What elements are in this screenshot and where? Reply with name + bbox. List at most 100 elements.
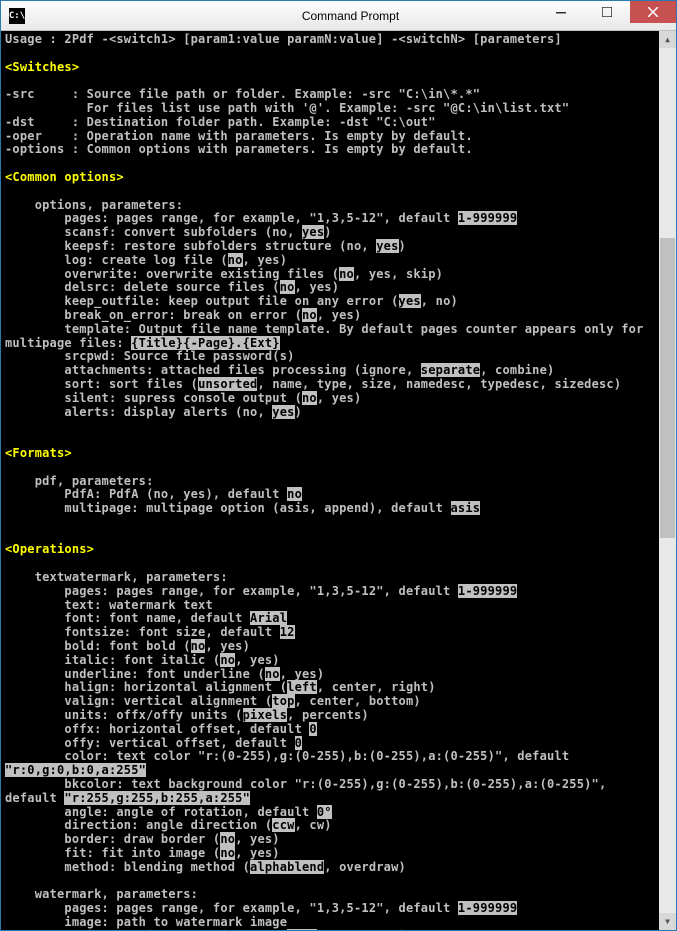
switches-header: <Switches> <box>5 60 79 74</box>
opt-template-def: {Title}{-Page}.{Ext} <box>131 336 280 350</box>
opt-scansf-def: yes <box>302 225 324 239</box>
twm-units-def: pixels <box>243 708 288 722</box>
wm-halign-def: left <box>287 929 317 930</box>
titlebar[interactable]: C:\ Command Prompt <box>1 1 676 31</box>
scrollbar-thumb[interactable] <box>660 238 675 538</box>
twm-underline-def: no <box>265 667 280 681</box>
twm-italic-def: no <box>220 653 235 667</box>
minimize-button[interactable] <box>538 1 584 23</box>
twm-angle: angle: angle of rotation, default <box>5 805 317 819</box>
twm-bkcolor-def: "r:255,g:255,b:255,a:255" <box>64 791 250 805</box>
twm-fontsize-def: 12 <box>280 625 295 639</box>
formats-header: <Formats> <box>5 446 72 460</box>
opt-srcpwd: srcpwd: Source file password(s) <box>5 349 295 363</box>
opt-scansf: scansf: convert subfolders (no, <box>5 225 302 239</box>
twm-color: color: text color "r:(0-255),g:(0-255),b… <box>5 749 577 763</box>
twm-halign-def: left <box>287 680 317 694</box>
twm-fit-def: no <box>220 846 235 860</box>
twm-offx: offx: horizontal offset, default <box>5 722 309 736</box>
cmd-icon: C:\ <box>9 8 25 24</box>
twm-method-def: alphablend <box>250 860 324 874</box>
twm-direction-def: ccw <box>272 818 294 832</box>
twm-halign: halign: horizontal alignment ( <box>5 680 287 694</box>
twm-color-def: "r:0,g:0,b:0,a:255" <box>5 763 146 777</box>
wm-pages-def: 1-999999 <box>458 901 517 915</box>
opt-pages-def: 1-999999 <box>458 211 517 225</box>
switch-dst: -dst : Destination folder path. Example:… <box>5 115 436 129</box>
opt-pages: pages: pages range, for example, "1,3,5-… <box>5 211 458 225</box>
opt-keepsf: keepsf: restore subfolders structure (no… <box>5 239 376 253</box>
close-button[interactable] <box>630 1 676 23</box>
switch-src1: -src : Source file path or folder. Examp… <box>5 87 480 101</box>
opt-attachments-def: separate <box>421 363 480 377</box>
twm-offy: offy: vertical offset, default <box>5 736 295 750</box>
usage-line: Usage : 2Pdf -<switch1> [param1:value pa… <box>5 32 562 46</box>
fmt-pdfa: PdfA: PdfA (no, yes), default <box>5 487 287 501</box>
twm-method: method: blending method ( <box>5 860 250 874</box>
twm-pages: pages: pages range, for example, "1,3,5-… <box>5 584 458 598</box>
twm-bold-def: no <box>191 639 206 653</box>
twm-underline: underline: font underline ( <box>5 667 265 681</box>
wm-pages: pages: pages range, for example, "1,3,5-… <box>5 901 458 915</box>
twm-valign-def: top <box>272 694 294 708</box>
switch-options: -options : Common options with parameter… <box>5 142 473 156</box>
scroll-up-button[interactable]: ▲ <box>659 31 676 48</box>
textwatermark-header: textwatermark, parameters: <box>5 570 228 584</box>
twm-border-def: no <box>220 832 235 846</box>
operations-header: <Operations> <box>5 542 94 556</box>
opt-keepsf-def: yes <box>376 239 398 253</box>
opt-silent: silent: supress console output ( <box>5 391 302 405</box>
console-output: Usage : 2Pdf -<switch1> [param1:value pa… <box>1 31 659 930</box>
opt-boe-def: no <box>302 308 317 322</box>
pdf-header: pdf, parameters: <box>5 474 154 488</box>
fmt-multipage-def: asis <box>451 501 481 515</box>
close-icon <box>648 7 658 17</box>
opt-keepoutfile: keep_outfile: keep output file on any er… <box>5 294 399 308</box>
opt-delsrc: delsrc: delete source files ( <box>5 280 280 294</box>
twm-border: border: draw border ( <box>5 832 220 846</box>
common-options-header: <Common options> <box>5 170 124 184</box>
scrollbar-track[interactable] <box>659 48 676 913</box>
twm-font-def: Arial <box>250 611 287 625</box>
fmt-multipage: multipage: multipage option (asis, appen… <box>5 501 451 515</box>
twm-italic: italic: font italic ( <box>5 653 220 667</box>
twm-text: text: watermark text <box>5 598 213 612</box>
twm-offx-def: 0 <box>309 722 316 736</box>
twm-valign: valign: vertical alignment ( <box>5 694 272 708</box>
scroll-down-button[interactable]: ▼ <box>659 913 676 930</box>
window-controls <box>538 1 676 23</box>
fmt-pdfa-def: no <box>287 487 302 501</box>
watermark-header: watermark, parameters: <box>5 887 198 901</box>
opt-break-on-error: break_on_error: break on error ( <box>5 308 302 322</box>
vertical-scrollbar[interactable]: ▲ ▼ <box>659 31 676 930</box>
opt-alerts-def: yes <box>272 405 294 419</box>
opt-attachments: attachments: attached files processing (… <box>5 363 421 377</box>
opt-keepoutfile-def: yes <box>399 294 421 308</box>
wm-image: image: path to watermark image <box>5 915 287 929</box>
twm-bold: bold: font bold ( <box>5 639 191 653</box>
twm-direction: direction: angle direction ( <box>5 818 272 832</box>
switch-oper: -oper : Operation name with parameters. … <box>5 129 473 143</box>
command-prompt-window: C:\ Command Prompt Usage : 2Pdf -<switch… <box>0 0 677 931</box>
wm-halign: halign: horizontal alignment ( <box>5 929 287 930</box>
opt-log-def: no <box>228 253 243 267</box>
opt-template: template: Output file name template. By … <box>5 322 651 350</box>
opt-alerts: alerts: display alerts (no, <box>5 405 272 419</box>
opt-overwrite-def: no <box>339 267 354 281</box>
switch-src2: For files list use path with '@'. Exampl… <box>5 101 569 115</box>
twm-offy-def: 0 <box>295 736 302 750</box>
maximize-button[interactable] <box>584 1 630 23</box>
minimize-icon <box>556 7 566 17</box>
opt-sort-def: unsorted <box>198 377 257 391</box>
twm-angle-def: 0° <box>317 805 332 819</box>
opt-overwrite: overwrite: overwrite existing files ( <box>5 267 339 281</box>
twm-units: units: offx/offy units ( <box>5 708 243 722</box>
console-area: Usage : 2Pdf -<switch1> [param1:value pa… <box>1 31 676 930</box>
opt-delsrc-def: no <box>280 280 295 294</box>
opt-sort: sort: sort files ( <box>5 377 198 391</box>
opt-silent-def: no <box>302 391 317 405</box>
opt-log: log: create log file ( <box>5 253 228 267</box>
twm-pages-def: 1-999999 <box>458 584 517 598</box>
twm-fit: fit: fit into image ( <box>5 846 220 860</box>
twm-font: font: font name, default <box>5 611 250 625</box>
